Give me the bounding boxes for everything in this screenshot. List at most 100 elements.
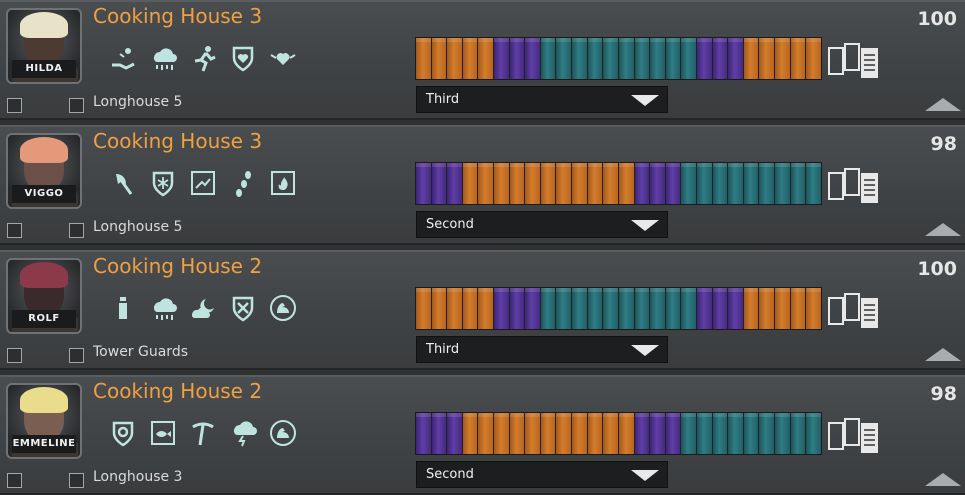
schedule-slot-work[interactable]	[509, 413, 525, 454]
shift-dropdown[interactable]: Second	[416, 211, 668, 238]
winged-heart-icon[interactable]	[268, 43, 298, 73]
collapse-arrow-icon[interactable]	[925, 223, 961, 236]
schedule-slot-sleep[interactable]	[712, 38, 728, 79]
gear-shield-icon[interactable]	[108, 418, 138, 448]
schedule-slot-leisure[interactable]	[587, 38, 603, 79]
schedule-slot-leisure[interactable]	[603, 288, 618, 329]
schedule-slot-leisure[interactable]	[650, 288, 665, 329]
schedule-slot-leisure[interactable]	[790, 163, 806, 204]
heart-shield-icon[interactable]	[228, 43, 258, 73]
rain-cloud-icon[interactable]	[148, 293, 178, 323]
frame-fire-icon[interactable]	[268, 168, 298, 198]
schedule-slot-leisure[interactable]	[759, 163, 775, 204]
schedule-slot-leisure[interactable]	[728, 163, 743, 204]
schedule-slot-sleep[interactable]	[728, 288, 743, 329]
schedule-slot-sleep[interactable]	[416, 413, 431, 454]
schedule-slot-sleep[interactable]	[650, 163, 665, 204]
schedule-slot-work[interactable]	[462, 413, 478, 454]
schedule-slot-work[interactable]	[790, 288, 806, 329]
schedule-slot-work[interactable]	[775, 288, 790, 329]
schedule-slot-leisure[interactable]	[728, 413, 743, 454]
schedule-slot-work[interactable]	[790, 38, 806, 79]
schedule-slot-work[interactable]	[478, 288, 494, 329]
schedule-slot-sleep[interactable]	[447, 163, 462, 204]
schedule-slot-work[interactable]	[416, 38, 431, 79]
shift-dropdown[interactable]: Third	[416, 86, 668, 113]
schedule-slot-leisure[interactable]	[603, 38, 618, 79]
storm-cloud-icon[interactable]	[228, 418, 258, 448]
schedule-slot-work[interactable]	[431, 288, 447, 329]
residence-checkbox[interactable]	[69, 348, 84, 363]
schedule-slot-sleep[interactable]	[696, 288, 712, 329]
schedule-slot-work[interactable]	[572, 163, 587, 204]
schedule-slot-leisure[interactable]	[587, 288, 603, 329]
frame-fish-icon[interactable]	[148, 418, 178, 448]
schedule-slot-leisure[interactable]	[681, 163, 696, 204]
schedule-slot-work[interactable]	[462, 288, 478, 329]
avatar[interactable]: HILDA	[6, 8, 82, 84]
residence-label[interactable]: Longhouse 3	[93, 469, 182, 485]
schedule-slot-leisure[interactable]	[775, 413, 790, 454]
schedule-slot-work[interactable]	[618, 413, 634, 454]
schedule-slot-sleep[interactable]	[494, 288, 509, 329]
residence-checkbox[interactable]	[69, 223, 84, 238]
schedule-slot-leisure[interactable]	[572, 38, 587, 79]
schedule-slot-leisure[interactable]	[743, 163, 759, 204]
schedule-slot-work[interactable]	[447, 288, 462, 329]
schedule-slot-sleep[interactable]	[634, 163, 650, 204]
schedule-slot-work[interactable]	[431, 38, 447, 79]
schedule-slot-work[interactable]	[806, 288, 821, 329]
schedule-slot-work[interactable]	[494, 413, 509, 454]
workplace-title[interactable]: Cooking House 2	[93, 377, 262, 405]
cloud-moon-icon[interactable]	[188, 293, 218, 323]
select-checkbox[interactable]	[7, 223, 22, 238]
workplace-title[interactable]: Cooking House 3	[93, 127, 262, 155]
schedule-slot-sleep[interactable]	[509, 288, 525, 329]
schedule-slot-sleep[interactable]	[665, 413, 681, 454]
schedule-slot-leisure[interactable]	[618, 288, 634, 329]
schedule-slot-work[interactable]	[540, 413, 556, 454]
schedule-slot-work[interactable]	[603, 163, 618, 204]
workplace-title[interactable]: Cooking House 3	[93, 2, 262, 30]
select-checkbox[interactable]	[7, 98, 22, 113]
schedule-slot-work[interactable]	[743, 38, 759, 79]
frame-splash-icon[interactable]	[188, 168, 218, 198]
axe-icon[interactable]	[108, 168, 138, 198]
schedule-slot-leisure[interactable]	[634, 288, 650, 329]
watering-hand-icon[interactable]	[108, 43, 138, 73]
schedule-slot-work[interactable]	[556, 413, 572, 454]
schedule-slot-work[interactable]	[572, 413, 587, 454]
collapse-arrow-icon[interactable]	[925, 348, 961, 361]
running-figure-icon[interactable]	[188, 43, 218, 73]
muscle-arm-icon[interactable]	[268, 418, 298, 448]
schedule-slot-work[interactable]	[478, 38, 494, 79]
schedule-slot-sleep[interactable]	[431, 163, 447, 204]
crossed-tools-shield-icon[interactable]	[228, 293, 258, 323]
schedule-slot-work[interactable]	[743, 288, 759, 329]
schedule-slot-sleep[interactable]	[525, 38, 540, 79]
schedule-slot-sleep[interactable]	[494, 38, 509, 79]
schedule-slot-work[interactable]	[494, 163, 509, 204]
schedule-slot-leisure[interactable]	[650, 38, 665, 79]
schedule-slot-sleep[interactable]	[431, 413, 447, 454]
schedule-slot-work[interactable]	[525, 413, 540, 454]
schedule-slot-leisure[interactable]	[681, 413, 696, 454]
schedule-slot-work[interactable]	[447, 38, 462, 79]
copy-schedule-icon[interactable]	[826, 289, 880, 329]
schedule-slot-leisure[interactable]	[806, 413, 821, 454]
schedule-slot-sleep[interactable]	[509, 38, 525, 79]
collapse-arrow-icon[interactable]	[925, 98, 961, 111]
schedule-slot-work[interactable]	[462, 163, 478, 204]
schedule-slot-sleep[interactable]	[634, 413, 650, 454]
residence-label[interactable]: Longhouse 5	[93, 219, 182, 235]
residence-checkbox[interactable]	[69, 98, 84, 113]
footprints-icon[interactable]	[228, 168, 258, 198]
schedule-slot-leisure[interactable]	[572, 288, 587, 329]
schedule-slot-leisure[interactable]	[696, 163, 712, 204]
schedule-slot-leisure[interactable]	[743, 413, 759, 454]
schedule-slot-work[interactable]	[525, 163, 540, 204]
schedule-slot-sleep[interactable]	[447, 413, 462, 454]
schedule-slot-sleep[interactable]	[650, 413, 665, 454]
rain-cloud-icon[interactable]	[148, 43, 178, 73]
schedule-slot-leisure[interactable]	[665, 288, 681, 329]
